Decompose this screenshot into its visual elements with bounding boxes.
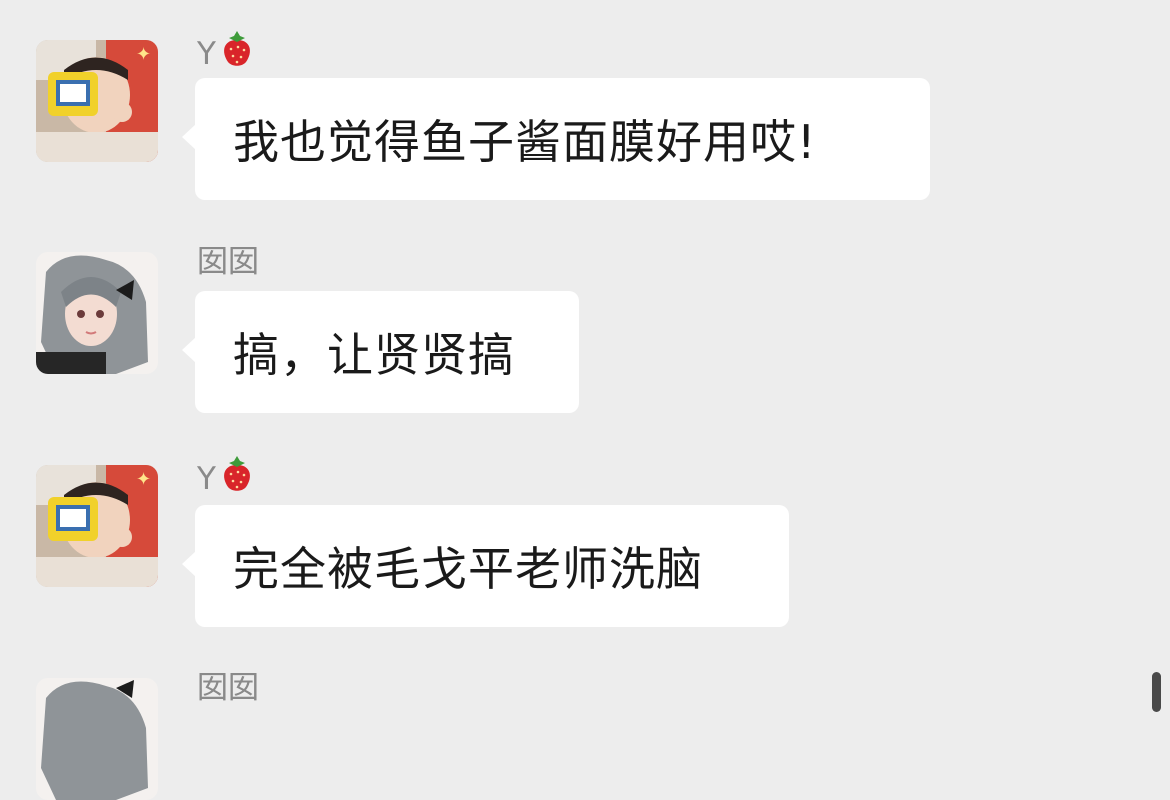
sender-name: Y [197,455,256,505]
svg-text:✦: ✦ [136,469,151,490]
sender-name: Y [197,30,256,80]
strawberry-icon [218,30,256,80]
message-bubble[interactable]: 我也觉得鱼子酱面膜好用哎! [182,78,930,200]
scrollbar[interactable] [1152,672,1161,712]
svg-text:✦: ✦ [136,44,151,65]
message-bubble[interactable]: 完全被毛戈平老师洗脑 [182,505,789,627]
message-bubble[interactable]: 搞，让贤贤搞 [182,291,579,413]
avatar-nannan[interactable] [36,252,158,374]
avatar-y[interactable]: ✦ [36,40,158,162]
sender-name: 囡囡 [197,244,259,280]
sender-name: 囡囡 [197,670,259,706]
avatar-y[interactable]: ✦ [36,465,158,587]
avatar-nannan[interactable] [36,678,158,800]
strawberry-icon [218,455,256,505]
